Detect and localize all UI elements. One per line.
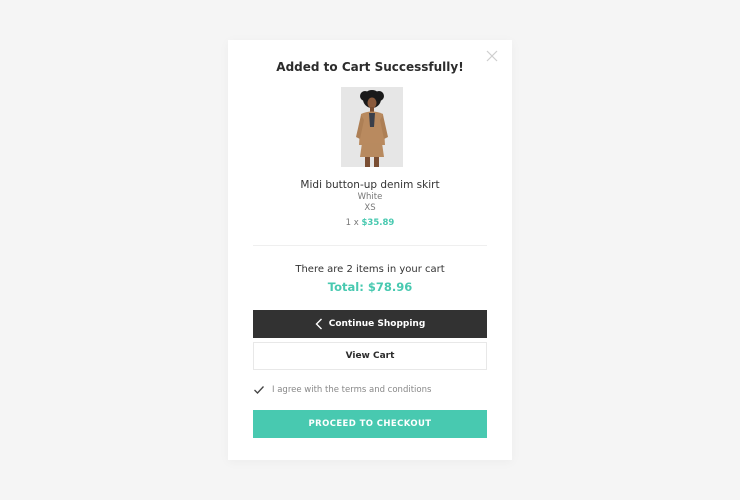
product-image [341,87,403,167]
terms-row: I agree with the terms and conditions [253,384,431,396]
product-name: Midi button-up denim skirt [300,179,440,191]
continue-shopping-button[interactable]: Continue Shopping [253,310,487,338]
checkout-label: PROCEED TO CHECKOUT [308,419,432,429]
product-quantity: 1 x [345,218,359,228]
modal-title: Added to Cart Successfully! [276,60,464,74]
proceed-to-checkout-button[interactable]: PROCEED TO CHECKOUT [253,410,487,438]
view-cart-button[interactable]: View Cart [253,342,487,370]
cart-total: Total: $78.96 [327,280,413,294]
terms-checkbox[interactable] [253,384,265,396]
divider [253,245,487,246]
cart-count-text: There are 2 items in your cart [295,264,445,275]
product-price-line: 1 x $35.89 [228,218,512,228]
terms-label: I agree with the terms and conditions [272,385,432,395]
product-color: White [357,192,383,202]
added-to-cart-modal: Added to Cart Successfully! Midi button-… [228,40,512,460]
chevron-left-icon [315,318,323,330]
product-size: XS [364,203,376,213]
product-price: $35.89 [361,218,395,228]
view-cart-label: View Cart [345,351,395,361]
product-photo [341,87,403,167]
checkmark-icon [254,386,264,394]
continue-shopping-label: Continue Shopping [328,319,426,329]
